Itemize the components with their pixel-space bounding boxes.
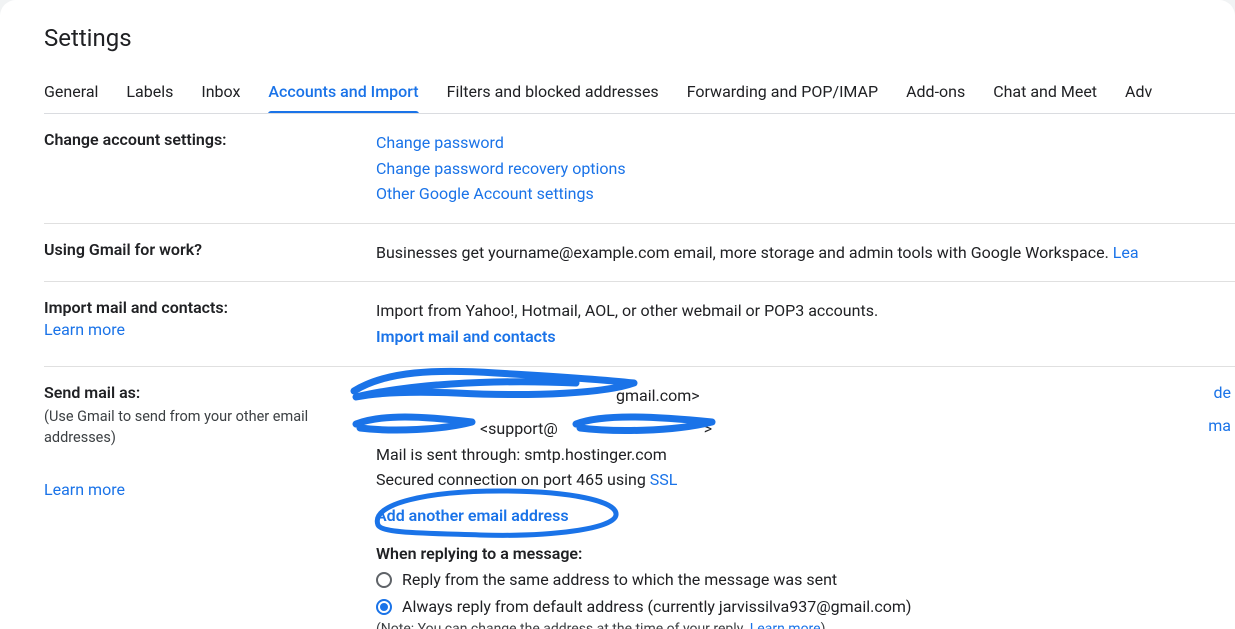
page-title: Settings [44, 24, 1235, 52]
send-as-default-link[interactable]: de [1205, 383, 1231, 402]
tab-chat-and-meet[interactable]: Chat and Meet [993, 80, 1097, 113]
secured-connection-text: Secured connection on port 465 using [376, 470, 650, 489]
reply-header: When replying to a message: [376, 541, 1205, 567]
using-for-work-title: Using Gmail for work? [44, 240, 356, 259]
reply-option-default-address[interactable]: Always reply from default address (curre… [376, 593, 1205, 620]
change-account-title: Change account settings: [44, 130, 356, 149]
send-as-entry2-suffix: > [562, 419, 712, 438]
send-mail-as-title: Send mail as: [44, 383, 356, 402]
section-change-account: Change account settings: Change password… [44, 114, 1235, 224]
tab-filters-and-blocked-addresses[interactable]: Filters and blocked addresses [447, 80, 659, 113]
import-mail-learn-more-link[interactable]: Learn more [44, 320, 125, 339]
reply-option-default-label: Always reply from default address (curre… [402, 593, 911, 620]
send-as-make-default-link[interactable]: ma [1205, 416, 1231, 435]
tab-adv[interactable]: Adv [1125, 80, 1152, 113]
section-using-for-work: Using Gmail for work? Businesses get you… [44, 224, 1235, 283]
import-mail-title: Import mail and contacts: [44, 298, 356, 317]
change-recovery-link[interactable]: Change password recovery options [376, 159, 626, 178]
send-mail-as-sub: (Use Gmail to send from your other email… [44, 406, 356, 450]
settings-sections: Change account settings: Change password… [44, 114, 1235, 629]
tab-accounts-and-import[interactable]: Accounts and Import [268, 80, 418, 113]
radio-unchecked-icon[interactable] [376, 572, 392, 588]
section-import-mail: Import mail and contacts: Learn more Imp… [44, 282, 1235, 366]
tab-labels[interactable]: Labels [126, 80, 173, 113]
import-mail-action-link[interactable]: Import mail and contacts [376, 327, 556, 346]
send-as-entry2-prefix: <support@ [376, 419, 558, 438]
using-for-work-text: Businesses get yourname@example.com emai… [376, 243, 1113, 262]
tab-forwarding-and-pop-imap[interactable]: Forwarding and POP/IMAP [687, 80, 878, 113]
tab-general[interactable]: General [44, 80, 98, 113]
section-send-mail-as: Send mail as: (Use Gmail to send from yo… [44, 367, 1235, 629]
send-mail-as-learn-more-link[interactable]: Learn more [44, 480, 125, 499]
change-password-link[interactable]: Change password [376, 133, 504, 152]
using-for-work-learn-link[interactable]: Lea [1113, 243, 1139, 262]
tab-inbox[interactable]: Inbox [201, 80, 240, 113]
mail-sent-through-text: Mail is sent through: smtp.hostinger.com [376, 442, 1205, 468]
ssl-link[interactable]: SSL [650, 470, 678, 489]
send-as-entry1-suffix: gmail.com> [616, 386, 700, 405]
other-google-settings-link[interactable]: Other Google Account settings [376, 184, 594, 203]
radio-checked-icon[interactable] [376, 599, 392, 615]
reply-option-same-label: Reply from the same address to which the… [402, 566, 837, 593]
add-another-email-link[interactable]: Add another email address [376, 506, 569, 525]
reply-option-same-address[interactable]: Reply from the same address to which the… [376, 566, 1205, 593]
settings-page: Settings General Labels Inbox Accounts and … [0, 0, 1235, 629]
import-mail-desc: Import from Yahoo!, Hotmail, AOL, or oth… [376, 298, 1205, 324]
settings-tabs: General Labels Inbox Accounts and Import Fil… [44, 80, 1235, 114]
reply-note: (Note: You can change the address at the… [376, 621, 1205, 629]
reply-note-learn-more-link[interactable]: Learn more [750, 621, 821, 629]
tab-add-ons[interactable]: Add-ons [906, 80, 965, 113]
